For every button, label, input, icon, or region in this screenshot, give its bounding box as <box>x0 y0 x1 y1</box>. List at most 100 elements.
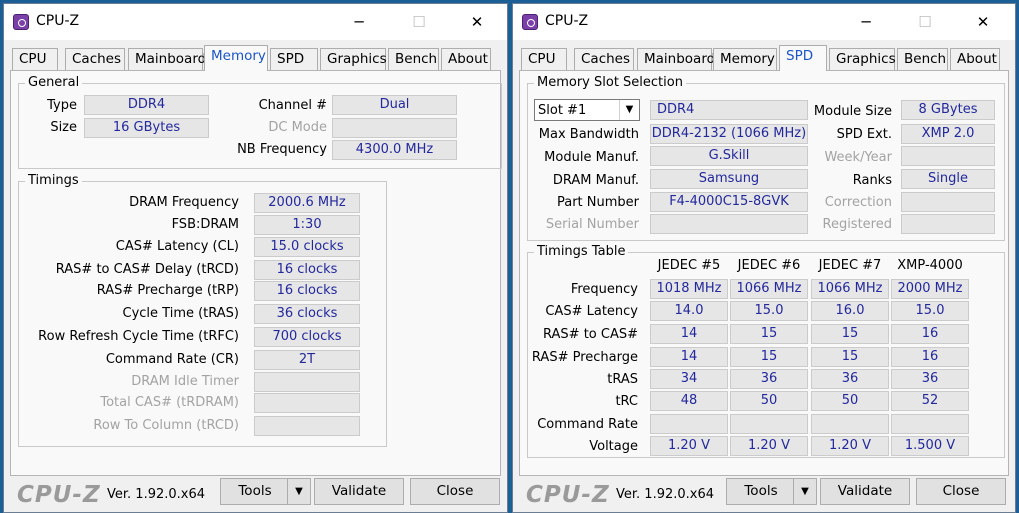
tab-bench[interactable]: Bench <box>897 48 948 70</box>
tab-about[interactable]: About <box>441 48 491 70</box>
command-rate-field: 2T <box>254 350 360 370</box>
table-cell: 1018 MHz <box>650 279 728 299</box>
table-cell: 1.500 V <box>891 436 969 456</box>
tab-bench[interactable]: Bench <box>388 48 439 70</box>
memory-panel: General Type DDR4 Size 16 GBytes Channel… <box>10 70 502 476</box>
tab-memory[interactable]: Memory <box>713 48 777 70</box>
trp-label: RAS# Precharge (tRP) <box>96 283 239 298</box>
dcmode-field <box>332 118 457 138</box>
cpuz-logo: CPU-Z <box>526 482 610 508</box>
dram-manuf-field: Samsung <box>650 169 808 189</box>
tab-mainboard[interactable]: Mainboard <box>128 48 206 70</box>
correction-label: Correction <box>824 195 892 210</box>
minimize-icon[interactable]: ─ <box>349 13 369 31</box>
tab-spd[interactable]: SPD <box>779 45 827 71</box>
close-icon[interactable]: ✕ <box>467 13 487 31</box>
timings-table-group: Timings Table JEDEC #5 JEDEC #6 JEDEC #7… <box>527 244 1005 458</box>
row-label-command-rate: Command Rate <box>537 417 638 432</box>
channel-field: Dual <box>332 95 457 115</box>
row-label-ras-precharge: RAS# Precharge <box>531 350 638 365</box>
close-icon[interactable]: ✕ <box>973 13 993 31</box>
tras-field: 36 clocks <box>254 304 360 324</box>
table-cell: 1.20 V <box>811 436 889 456</box>
tab-strip: CPU Caches Mainboard Memory SPD Graphics… <box>519 45 1009 71</box>
cpuz-window-spd: CPU-Z ─ ☐ ✕ CPU Caches Mainboard Memory … <box>512 3 1016 513</box>
validate-button[interactable]: Validate <box>820 478 910 505</box>
tab-caches[interactable]: Caches <box>574 48 634 70</box>
cpuz-logo: CPU-Z <box>17 482 101 508</box>
table-cell <box>650 414 728 434</box>
max-bandwidth-label: Max Bandwidth <box>538 127 639 142</box>
module-manuf-field: G.Skill <box>650 146 808 166</box>
column-header: XMP-4000 <box>897 258 963 273</box>
tab-caches[interactable]: Caches <box>65 48 125 70</box>
trcd-label: RAS# to CAS# Delay (tRCD) <box>55 262 239 277</box>
serial-number-label: Serial Number <box>545 217 639 232</box>
serial-number-field <box>650 214 808 234</box>
tab-memory[interactable]: Memory <box>204 45 268 71</box>
row-label-voltage: Voltage <box>589 439 638 454</box>
tools-button[interactable]: Tools <box>726 478 796 505</box>
table-cell: 15.0 <box>891 301 969 321</box>
title-bar[interactable]: CPU-Z ─ ☐ ✕ <box>513 4 1015 40</box>
group-title: Memory Slot Selection <box>534 75 686 90</box>
table-cell: 15 <box>811 324 889 344</box>
table-cell: 15 <box>730 347 808 367</box>
group-title: Timings <box>25 173 82 188</box>
spd-ext-field: XMP 2.0 <box>901 124 995 144</box>
row-label-cas-latency: CAS# Latency <box>545 304 638 319</box>
tab-spd[interactable]: SPD <box>270 48 318 70</box>
tab-cpu[interactable]: CPU <box>12 48 58 70</box>
tab-cpu[interactable]: CPU <box>521 48 567 70</box>
version-label: Ver. 1.92.0.x64 <box>616 487 715 502</box>
tab-mainboard[interactable]: Mainboard <box>637 48 715 70</box>
table-cell: 48 <box>650 391 728 411</box>
table-cell: 52 <box>891 391 969 411</box>
table-cell: 36 <box>811 369 889 389</box>
table-cell <box>730 414 808 434</box>
trp-field: 16 clocks <box>254 281 360 301</box>
table-cell: 16.0 <box>811 301 889 321</box>
cpuz-app-icon <box>13 14 29 30</box>
close-button[interactable]: Close <box>916 478 1006 505</box>
dram-frequency-label: DRAM Frequency <box>129 195 239 210</box>
slot-select[interactable]: Slot #1 ▼ <box>534 99 640 121</box>
table-cell: 2000 MHz <box>891 279 969 299</box>
cpuz-app-icon <box>522 14 538 30</box>
tab-about[interactable]: About <box>950 48 1000 70</box>
total-cas-label: Total CAS# (tRDRAM) <box>100 395 239 410</box>
table-cell: 1066 MHz <box>730 279 808 299</box>
spd-panel: Memory Slot Selection Slot #1 ▼ DDR4 Mod… <box>519 70 1009 476</box>
close-button[interactable]: Close <box>410 478 500 505</box>
column-header: JEDEC #7 <box>818 258 882 273</box>
registered-field <box>901 214 995 234</box>
minimize-icon[interactable]: ─ <box>856 13 876 31</box>
group-title: General <box>25 75 83 90</box>
general-group: General Type DDR4 Size 16 GBytes Channel… <box>18 75 502 169</box>
column-header: JEDEC #6 <box>737 258 801 273</box>
tab-graphics[interactable]: Graphics <box>320 48 387 70</box>
tools-button[interactable]: Tools <box>220 478 290 505</box>
ranks-label: Ranks <box>852 173 892 188</box>
week-year-label: Week/Year <box>824 150 892 165</box>
row-label-frequency: Frequency <box>570 282 638 297</box>
title-bar[interactable]: CPU-Z ─ ☐ ✕ <box>4 4 507 40</box>
trfc-field: 700 clocks <box>254 327 360 347</box>
dram-frequency-field: 2000.6 MHz <box>254 193 360 213</box>
spd-ext-label: SPD Ext. <box>836 127 892 142</box>
table-cell: 50 <box>811 391 889 411</box>
row-label-trc: tRC <box>615 394 638 409</box>
table-cell: 15.0 <box>730 301 808 321</box>
tools-dropdown-arrow-icon[interactable]: ▼ <box>793 478 817 505</box>
column-header: JEDEC #5 <box>657 258 721 273</box>
cas-latency-field: 15.0 clocks <box>254 237 360 257</box>
table-cell: 34 <box>650 369 728 389</box>
validate-button[interactable]: Validate <box>314 478 404 505</box>
nbfreq-field: 4300.0 MHz <box>332 140 457 160</box>
row-to-column-field <box>254 416 360 436</box>
dcmode-label: DC Mode <box>268 120 327 135</box>
tab-graphics[interactable]: Graphics <box>829 48 896 70</box>
table-cell: 14.0 <box>650 301 728 321</box>
table-cell: 1.20 V <box>650 436 728 456</box>
tools-dropdown-arrow-icon[interactable]: ▼ <box>287 478 311 505</box>
